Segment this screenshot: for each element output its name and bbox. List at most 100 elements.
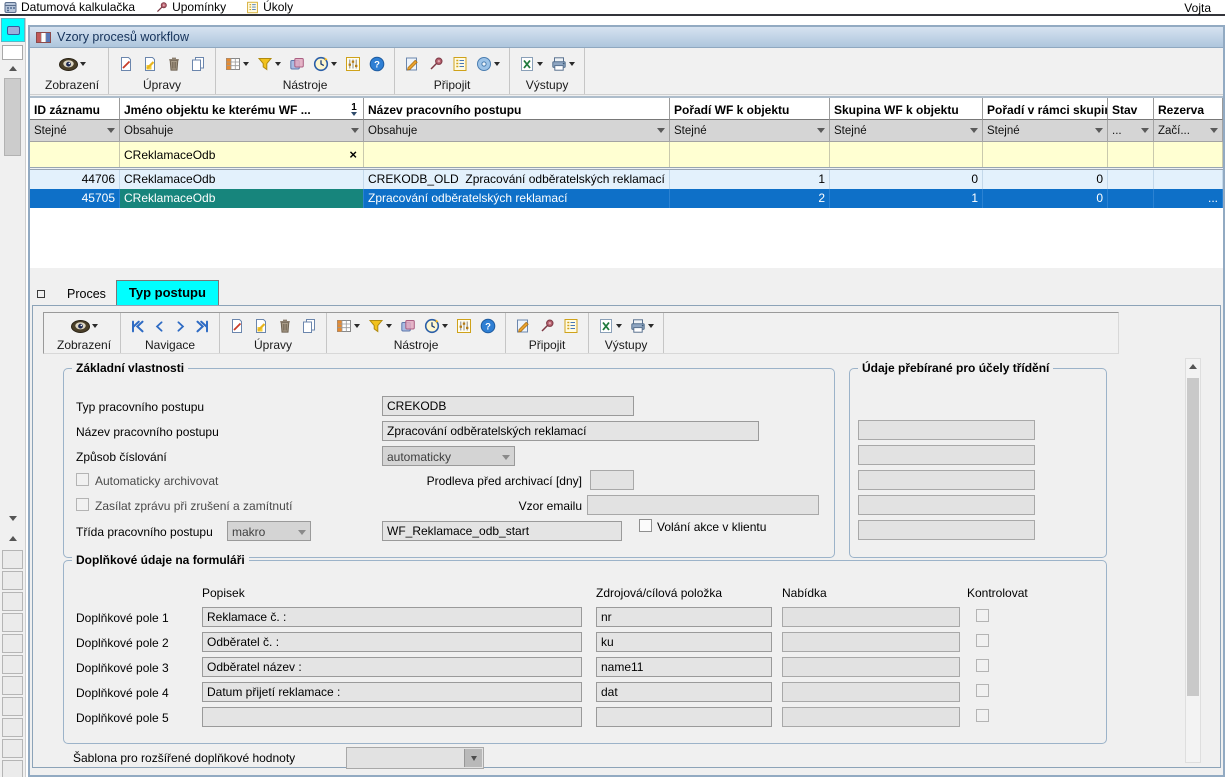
edit-record-button[interactable]	[142, 56, 158, 72]
pole2-zdroj-input[interactable]: ku	[596, 632, 772, 652]
filter-operator-reserve[interactable]: Začí...	[1154, 120, 1223, 142]
clear-search-icon[interactable]: ×	[347, 147, 359, 162]
menu-item-reminders[interactable]: Upomínky	[155, 0, 226, 14]
nav-prev-button[interactable]	[153, 319, 166, 334]
table-settings-button[interactable]	[225, 56, 249, 72]
detail-view-menu-button[interactable]	[71, 320, 98, 333]
scroll-thumb[interactable]	[1187, 378, 1199, 696]
checklist-button[interactable]	[452, 56, 468, 72]
detail-table-settings-button[interactable]	[336, 318, 360, 334]
pole5-nabidka-input[interactable]	[782, 707, 960, 727]
pole3-kontrolovat-checkbox[interactable]	[976, 659, 989, 672]
filter-operator-group-order[interactable]: Stejné	[983, 120, 1108, 142]
menu-item-date-calculator[interactable]: Datumová kalkulačka	[4, 0, 135, 14]
dock-item[interactable]	[2, 613, 23, 632]
automaticky-archivovat-checkbox[interactable]	[76, 473, 89, 486]
column-header-object[interactable]: Jméno objektu ke kterému WF ...1	[120, 98, 364, 120]
search-cell-reserve[interactable]	[1154, 142, 1223, 167]
detail-scrollbar[interactable]	[1185, 358, 1201, 763]
detail-delete-button[interactable]	[277, 318, 293, 334]
sorting-field-4[interactable]	[858, 495, 1035, 515]
pole4-popisek-input[interactable]: Datum přijetí reklamace :	[202, 682, 582, 702]
rail-scroll-down-icon[interactable]	[9, 516, 17, 521]
note-button[interactable]	[404, 56, 420, 72]
dock-item[interactable]	[2, 592, 23, 611]
nav-next-button[interactable]	[174, 319, 187, 334]
print-button[interactable]	[551, 56, 575, 72]
new-record-button[interactable]	[118, 56, 134, 72]
filter-operator-id[interactable]: Stejné	[30, 120, 120, 142]
rail-scroll-thumb[interactable]	[4, 78, 21, 156]
search-cell-wf-group[interactable]	[830, 142, 983, 167]
scroll-up-icon[interactable]	[1189, 364, 1197, 369]
search-cell-group-order[interactable]	[983, 142, 1108, 167]
detail-parameters-button[interactable]	[456, 318, 472, 334]
makro-input[interactable]: WF_Reklamace_odb_start	[382, 521, 622, 541]
pole1-kontrolovat-checkbox[interactable]	[976, 609, 989, 622]
column-header-group-order[interactable]: Pořadí v rámci skupiny	[983, 98, 1108, 120]
search-cell-wf-order[interactable]	[670, 142, 830, 167]
pole3-popisek-input[interactable]: Odběratel název :	[202, 657, 582, 677]
tab-typ-postupu[interactable]: Typ postupu	[116, 280, 219, 305]
help-button[interactable]: ?	[369, 56, 385, 72]
detail-note-button[interactable]	[515, 318, 531, 334]
column-header-wf-group[interactable]: Skupina WF k objektu	[830, 98, 983, 120]
nav-first-button[interactable]	[130, 319, 145, 334]
pole3-nabidka-input[interactable]	[782, 657, 960, 677]
menu-item-tasks[interactable]: Úkoly	[246, 0, 293, 14]
sorting-field-1[interactable]	[858, 420, 1035, 440]
table-row[interactable]: 44706 CReklamaceOdb CREKODB_OLD Zpracová…	[30, 170, 1223, 189]
merge-button[interactable]	[289, 56, 305, 72]
rail-scroll-up2-icon[interactable]	[9, 536, 17, 541]
search-cell-name[interactable]	[364, 142, 670, 167]
filter-operator-wf-group[interactable]: Stejné	[830, 120, 983, 142]
dock-item[interactable]	[2, 655, 23, 674]
sorting-field-3[interactable]	[858, 470, 1035, 490]
dock-item[interactable]	[2, 760, 23, 777]
detail-edit-button[interactable]	[253, 318, 269, 334]
column-header-state[interactable]: Stav	[1108, 98, 1154, 120]
pole5-zdroj-input[interactable]	[596, 707, 772, 727]
column-header-wf-order[interactable]: Pořadí WF k objektu	[670, 98, 830, 120]
pole4-kontrolovat-checkbox[interactable]	[976, 684, 989, 697]
parameters-button[interactable]	[345, 56, 361, 72]
filter-button[interactable]	[257, 56, 281, 72]
dock-item[interactable]	[2, 550, 23, 569]
sablona-dropdown-button[interactable]	[464, 749, 482, 767]
dock-item[interactable]	[2, 718, 23, 737]
excel-export-button[interactable]	[519, 56, 543, 72]
typ-postupu-input[interactable]: CREKODB	[382, 396, 634, 416]
detail-merge-button[interactable]	[400, 318, 416, 334]
tab-proces[interactable]: Proces	[57, 283, 116, 305]
filter-operator-wf-order[interactable]: Stejné	[670, 120, 830, 142]
dock-item[interactable]	[2, 676, 23, 695]
sorting-field-5[interactable]	[858, 520, 1035, 540]
dock-item[interactable]	[2, 697, 23, 716]
volani-akce-checkbox[interactable]	[639, 519, 652, 532]
pin-button[interactable]	[428, 56, 444, 72]
filter-operator-object[interactable]: Obsahuje	[120, 120, 364, 142]
pole2-nabidka-input[interactable]	[782, 632, 960, 652]
column-header-reserve[interactable]: Rezerva	[1154, 98, 1223, 120]
pole1-nabidka-input[interactable]	[782, 607, 960, 627]
nav-last-button[interactable]	[195, 319, 210, 334]
sablona-combo[interactable]	[346, 747, 484, 769]
history-clock-button[interactable]	[313, 56, 337, 72]
detail-new-button[interactable]	[229, 318, 245, 334]
zasilat-zpravu-checkbox[interactable]	[76, 498, 89, 511]
detail-copy-button[interactable]	[301, 318, 317, 334]
dock-item[interactable]	[2, 571, 23, 590]
pole3-zdroj-input[interactable]: name11	[596, 657, 772, 677]
filter-operator-state[interactable]: ...	[1108, 120, 1154, 142]
prodleva-input[interactable]	[590, 470, 634, 490]
pole4-zdroj-input[interactable]: dat	[596, 682, 772, 702]
pole5-popisek-input[interactable]	[202, 707, 582, 727]
detail-checklist-button[interactable]	[563, 318, 579, 334]
search-input-object[interactable]: CReklamaceOdb×	[120, 142, 364, 167]
pole2-kontrolovat-checkbox[interactable]	[976, 634, 989, 647]
detail-excel-button[interactable]	[598, 318, 622, 334]
dock-item[interactable]	[2, 739, 23, 758]
column-header-id[interactable]: ID záznamu	[30, 98, 120, 120]
table-row-selected[interactable]: 45705 CReklamaceOdb Zpracování odběratel…	[30, 189, 1223, 208]
detail-history-clock-button[interactable]	[424, 318, 448, 334]
